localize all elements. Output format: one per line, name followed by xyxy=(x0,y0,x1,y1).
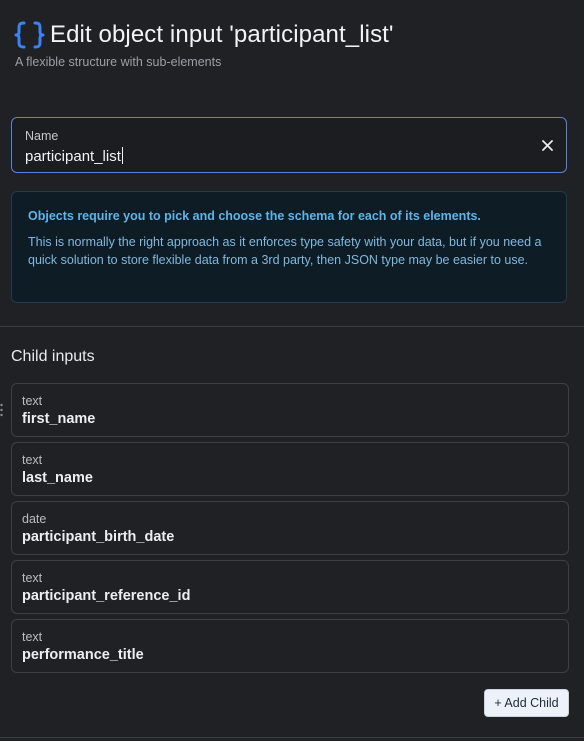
title-row: Edit object input 'participant_list' xyxy=(14,18,574,52)
child-input-name: participant_birth_date xyxy=(22,529,175,545)
child-inputs-list: text first_name text last_name date part… xyxy=(11,383,569,678)
child-input-name: participant_reference_id xyxy=(22,588,191,604)
child-input-name: first_name xyxy=(22,411,96,427)
name-field-input[interactable]: participant_list xyxy=(25,147,123,165)
page-title: Edit object input 'participant_list' xyxy=(50,21,394,48)
child-input-card[interactable]: text participant_reference_id xyxy=(11,560,569,614)
child-input-type: text xyxy=(22,394,43,408)
curly-braces-icon xyxy=(14,20,46,50)
child-input-card[interactable]: text first_name xyxy=(11,383,569,437)
clear-name-button[interactable] xyxy=(538,136,556,154)
info-callout-body: This is normally the right approach as i… xyxy=(28,235,542,267)
page-subtitle: A flexible structure with sub-elements xyxy=(15,55,222,69)
child-input-type: text xyxy=(22,453,43,467)
panel-header: Edit object input 'participant_list' A f… xyxy=(14,18,574,69)
child-input-card[interactable]: date participant_birth_date xyxy=(11,501,569,555)
footer-divider xyxy=(0,737,584,738)
name-field-label: Name xyxy=(25,129,59,143)
object-schema-info-callout: Objects require you to pick and choose t… xyxy=(11,191,567,303)
child-input-type: date xyxy=(22,512,47,526)
child-input-card[interactable]: text performance_title xyxy=(11,619,569,673)
name-field-value: participant_list xyxy=(25,148,121,165)
child-input-card[interactable]: text last_name xyxy=(11,442,569,496)
name-field[interactable]: Name participant_list xyxy=(11,117,567,173)
child-input-type: text xyxy=(22,630,43,644)
section-divider xyxy=(0,326,584,327)
text-caret xyxy=(121,147,123,164)
child-inputs-heading: Child inputs xyxy=(11,348,95,365)
child-input-type: text xyxy=(22,571,43,585)
close-icon xyxy=(541,139,553,151)
child-input-name: last_name xyxy=(22,470,93,486)
drag-handle-icon[interactable] xyxy=(0,403,4,417)
child-input-name: performance_title xyxy=(22,647,144,663)
add-child-button[interactable]: + Add Child xyxy=(484,689,569,717)
edit-object-input-panel: Edit object input 'participant_list' A f… xyxy=(0,0,584,741)
info-callout-title: Objects require you to pick and choose t… xyxy=(28,209,481,223)
